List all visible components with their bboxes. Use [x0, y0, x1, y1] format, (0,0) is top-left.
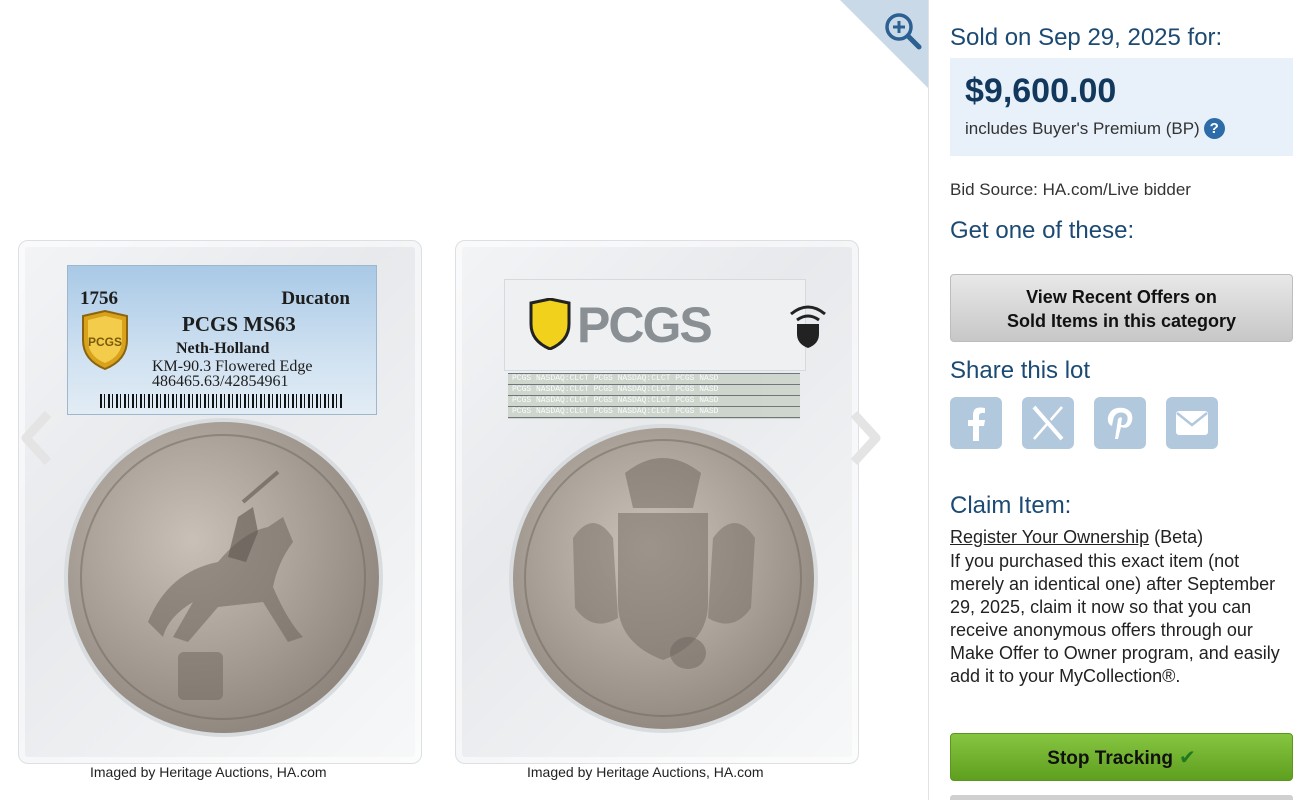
zoom-button[interactable]: [840, 0, 928, 88]
claim-heading: Claim Item:: [950, 492, 1072, 519]
offers-button-line1: View Recent Offers on: [1026, 287, 1217, 307]
pcgs-logo-text: PCGS: [577, 297, 713, 353]
pcgs-shield-icon: PCGS: [82, 310, 128, 370]
knight-on-horse-icon: [80, 434, 366, 720]
label-grade: PCGS MS63: [182, 312, 296, 336]
help-icon[interactable]: ?: [1203, 118, 1225, 139]
share-pinterest-button[interactable]: [1094, 397, 1146, 449]
register-line: Register Your Ownership (Beta): [950, 527, 1203, 548]
share-x-button[interactable]: [1022, 397, 1074, 449]
panel-divider: [928, 0, 929, 800]
coin-obverse: [68, 422, 379, 733]
view-recent-offers-button[interactable]: View Recent Offers on Sold Items in this…: [950, 274, 1293, 342]
chevron-right-icon[interactable]: [846, 408, 886, 468]
pcgs-back-label: PCGS: [504, 279, 826, 371]
price-box: $9,600.00: [950, 58, 1293, 156]
pinterest-icon: [1107, 407, 1133, 439]
label-cert-number: 486465.63/42854961: [152, 373, 289, 390]
sold-heading: Sold on Sep 29, 2025 for:: [950, 24, 1223, 51]
label-denomination: Ducaton: [281, 288, 350, 309]
image-caption: Imaged by Heritage Auctions, HA.com: [90, 764, 327, 780]
zoom-in-icon[interactable]: [840, 0, 928, 88]
bid-source: Bid Source: HA.com/Live bidder: [950, 180, 1191, 199]
label-year: 1756: [80, 288, 118, 309]
stop-tracking-label: Stop Tracking: [1047, 748, 1173, 769]
hologram-text: PCGS NASDAQ:CLCT PCGS NASDAQ:CLCT PCGS N…: [512, 385, 719, 394]
pcgs-label: PCGS 1756 Ducaton PCGS MS63 Neth-Holland…: [67, 265, 377, 415]
next-button-edge: [950, 795, 1293, 800]
share-facebook-button[interactable]: [950, 397, 1002, 449]
buyers-premium-note: includes Buyer's Premium (BP)?: [965, 118, 1225, 139]
get-one-heading: Get one of these:: [950, 217, 1135, 244]
sold-price: $9,600.00: [965, 72, 1117, 110]
share-heading: Share this lot: [950, 357, 1091, 384]
buyers-premium-text: includes Buyer's Premium (BP): [965, 119, 1200, 138]
register-ownership-link[interactable]: Register Your Ownership: [950, 527, 1149, 547]
coat-of-arms-icon: [524, 439, 802, 717]
pcgs-shield-logo-icon: [529, 298, 571, 350]
hologram-text: PCGS NASDAQ:CLCT PCGS NASDAQ:CLCT PCGS N…: [512, 374, 719, 383]
checkmark-icon: ✔: [1178, 747, 1196, 769]
svg-text:PCGS: PCGS: [88, 335, 122, 349]
chevron-left-icon[interactable]: [16, 408, 56, 468]
hologram-text: PCGS NASDAQ:CLCT PCGS NASDAQ:CLCT PCGS N…: [512, 396, 719, 405]
hologram-text: PCGS NASDAQ:CLCT PCGS NASDAQ:CLCT PCGS N…: [512, 407, 719, 416]
facebook-icon: [968, 407, 985, 441]
barcode: [100, 394, 344, 408]
offers-button-line2: Sold Items in this category: [1006, 311, 1237, 331]
x-icon: [1032, 405, 1067, 441]
hologram-strip: PCGS NASDAQ:CLCT PCGS NASDAQ:CLCT PCGS N…: [508, 373, 800, 419]
claim-description: If you purchased this exact item (not me…: [950, 551, 1280, 686]
reverse-image[interactable]: PCGS PCGS NASDAQ:CLCT PCGS NASDAQ:CLCT P…: [455, 240, 859, 764]
obverse-image[interactable]: PCGS 1756 Ducaton PCGS MS63 Neth-Holland…: [18, 240, 422, 764]
nfc-shield-icon: [790, 305, 826, 348]
email-icon: [1176, 411, 1208, 435]
coin-reverse: [513, 428, 814, 729]
image-gallery: PCGS 1756 Ducaton PCGS MS63 Neth-Holland…: [0, 0, 928, 800]
register-beta-label: (Beta): [1149, 527, 1204, 547]
stop-tracking-button[interactable]: Stop Tracking ✔: [950, 733, 1293, 781]
share-email-button[interactable]: [1166, 397, 1218, 449]
label-region: Neth-Holland: [176, 340, 270, 357]
image-caption: Imaged by Heritage Auctions, HA.com: [527, 764, 764, 780]
